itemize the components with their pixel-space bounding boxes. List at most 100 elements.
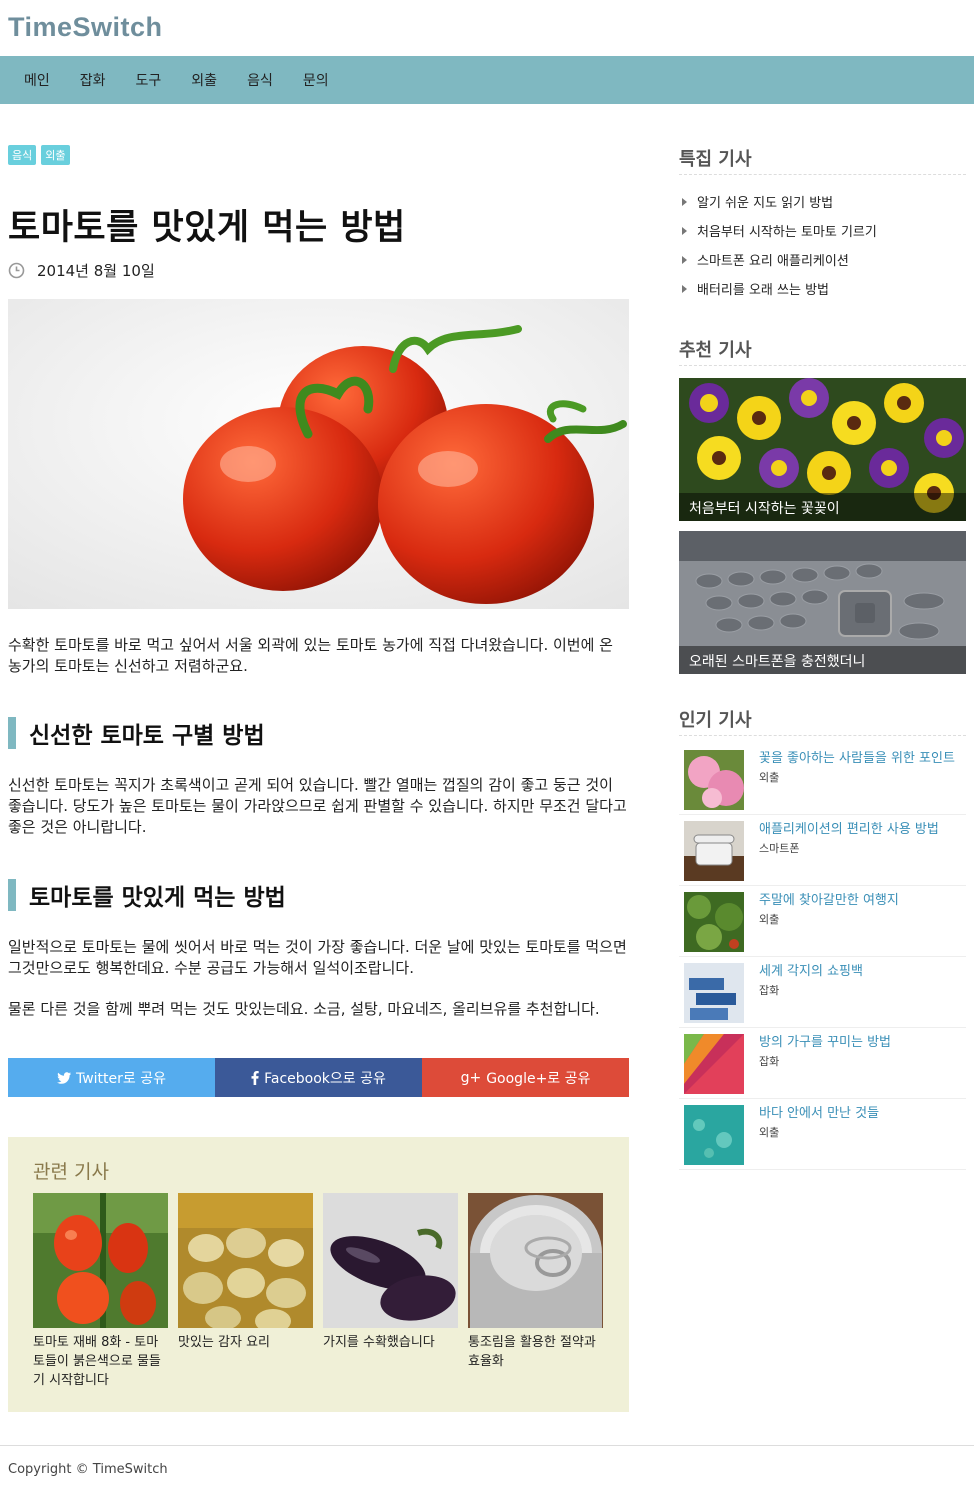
tag-outing[interactable]: 외출 <box>41 145 70 165</box>
featured-item[interactable]: 배터리를 오래 쓰는 방법 <box>679 274 966 303</box>
article-main: 음식 외출 토마토를 맛있게 먹는 방법 2014년 8월 10일 수확한 토마… <box>8 145 629 1412</box>
heading-accent-bar <box>8 717 16 749</box>
nav-item-goods[interactable]: 잡화 <box>80 70 106 90</box>
section-heading-fresh: 신선한 토마토 구별 방법 <box>8 716 629 750</box>
google-plus-icon: g+ <box>460 1069 482 1086</box>
featured-item-label: 배터리를 오래 쓰는 방법 <box>697 283 829 298</box>
popular-category: 외출 <box>759 771 780 784</box>
popular-thumb-furniture <box>684 1034 744 1094</box>
site-footer: Copyright © TimeSwitch <box>0 1445 974 1493</box>
related-grid: 토마토 재배 8화 - 토마토들이 붉은색으로 물들기 시작합니다 맛있는 감자… <box>33 1193 604 1390</box>
popular-category: 스마트폰 <box>759 842 800 855</box>
popular-title[interactable]: 세계 각지의 쇼핑백 <box>759 963 863 981</box>
sidebar: 특집 기사 알기 쉬운 지도 읽기 방법 처음부터 시작하는 토마토 기르기 스… <box>679 145 966 1170</box>
popular-title[interactable]: 바다 안에서 만난 것들 <box>759 1105 879 1123</box>
related-card[interactable]: 가지를 수확했습니다 <box>323 1193 458 1390</box>
featured-item[interactable]: 스마트폰 요리 애플리케이션 <box>679 245 966 274</box>
related-image-can <box>468 1193 603 1328</box>
section2-text-1: 일반적으로 토마토는 물에 씻어서 바로 먹는 것이 가장 좋습니다. 더운 날… <box>8 938 627 977</box>
popular-title[interactable]: 주말에 찾아갈만한 여행지 <box>759 892 899 910</box>
share-twitter-label: Twitter로 공유 <box>75 1070 166 1087</box>
featured-item[interactable]: 알기 쉬운 지도 읽기 방법 <box>679 187 966 216</box>
section2-text-2: 물론 다른 것을 함께 뿌려 먹는 것도 맛있는데요. 소금, 설탕, 마요네즈… <box>8 1000 600 1018</box>
article-date: 2014년 8월 10일 <box>37 262 155 280</box>
section-heading-text: 신선한 토마토 구별 방법 <box>29 723 265 749</box>
featured-list: 알기 쉬운 지도 읽기 방법 처음부터 시작하는 토마토 기르기 스마트폰 요리… <box>679 187 966 303</box>
recommended-caption: 오래된 스마트폰을 충전했더니 <box>679 646 966 674</box>
section-heading-text: 토마토를 맛있게 먹는 방법 <box>29 885 286 911</box>
bullet-triangle-icon <box>682 255 687 264</box>
popular-item[interactable]: 바다 안에서 만난 것들외출 <box>679 1099 966 1170</box>
site-logo[interactable]: TimeSwitch <box>8 12 966 43</box>
section1-text: 신선한 토마토는 꼭지가 초록색이고 곧게 되어 있습니다. 빨간 열매는 껍질… <box>8 776 627 836</box>
clock-icon <box>8 262 25 279</box>
popular-list: 꽃을 좋아하는 사람들을 위한 포인트외출 애플리케이션의 편리한 사용 방법스… <box>679 744 966 1170</box>
article-title: 토마토를 맛있게 먹는 방법 <box>8 208 406 248</box>
related-caption: 가지를 수확했습니다 <box>323 1335 435 1350</box>
popular-heading: 인기 기사 <box>679 706 966 736</box>
nav-item-food[interactable]: 음식 <box>247 70 273 90</box>
popular-thumb-flower <box>684 750 744 810</box>
popular-category: 외출 <box>759 1126 780 1139</box>
nav-item-main[interactable]: 메인 <box>24 70 50 90</box>
bullet-triangle-icon <box>682 226 687 235</box>
popular-thumb-nature <box>684 892 744 952</box>
popular-title[interactable]: 방의 가구를 꾸미는 방법 <box>759 1034 891 1052</box>
related-image-eggplant <box>323 1193 458 1328</box>
share-facebook-label: Facebook으로 공유 <box>264 1070 386 1087</box>
tag-food[interactable]: 음식 <box>8 145 37 165</box>
recommended-caption: 처음부터 시작하는 꽃꽂이 <box>679 493 966 521</box>
featured-heading: 특집 기사 <box>679 145 966 175</box>
site-header: TimeSwitch <box>0 0 974 56</box>
share-google-button[interactable]: g+ Google+로 공유 <box>422 1058 629 1097</box>
hero-image-tomatoes <box>8 299 629 609</box>
popular-title[interactable]: 애플리케이션의 편리한 사용 방법 <box>759 821 939 839</box>
popular-thumb-telephone <box>684 821 744 881</box>
related-image-tomato-vine <box>33 1193 168 1328</box>
recommended-heading: 추천 기사 <box>679 336 966 366</box>
featured-item-label: 스마트폰 요리 애플리케이션 <box>697 254 849 269</box>
popular-category: 잡화 <box>759 984 780 997</box>
popular-title[interactable]: 꽃을 좋아하는 사람들을 위한 포인트 <box>759 750 955 768</box>
date-row: 2014년 8월 10일 <box>8 260 629 281</box>
share-google-label: Google+로 공유 <box>486 1070 591 1087</box>
related-image-potatoes <box>178 1193 313 1328</box>
popular-thumb-sea <box>684 1105 744 1165</box>
twitter-icon <box>56 1071 71 1084</box>
featured-item[interactable]: 처음부터 시작하는 토마토 기르기 <box>679 216 966 245</box>
popular-item[interactable]: 주말에 찾아갈만한 여행지외출 <box>679 886 966 957</box>
popular-item[interactable]: 방의 가구를 꾸미는 방법잡화 <box>679 1028 966 1099</box>
popular-item[interactable]: 세계 각지의 쇼핑백잡화 <box>679 957 966 1028</box>
copyright-text: Copyright © TimeSwitch <box>8 1462 168 1477</box>
section-heading-tasty: 토마토를 맛있게 먹는 방법 <box>8 878 629 912</box>
popular-thumb-bags <box>684 963 744 1023</box>
article-intro: 수확한 토마토를 바로 먹고 싶어서 서울 외곽에 있는 토마토 농가에 직접 … <box>8 636 613 675</box>
facebook-icon <box>251 1070 259 1085</box>
recommended-card-phone[interactable]: 오래된 스마트폰을 충전했더니 <box>679 531 966 674</box>
bullet-triangle-icon <box>682 284 687 293</box>
share-twitter-button[interactable]: Twitter로 공유 <box>8 1058 215 1097</box>
related-caption: 토마토 재배 8화 - 토마토들이 붉은색으로 물들기 시작합니다 <box>33 1335 161 1388</box>
featured-item-label: 처음부터 시작하는 토마토 기르기 <box>697 225 877 240</box>
featured-item-label: 알기 쉬운 지도 읽기 방법 <box>697 196 834 211</box>
related-caption: 맛있는 감자 요리 <box>178 1335 270 1350</box>
related-card[interactable]: 맛있는 감자 요리 <box>178 1193 313 1390</box>
share-facebook-button[interactable]: Facebook으로 공유 <box>215 1058 422 1097</box>
popular-category: 외출 <box>759 913 780 926</box>
related-card[interactable]: 통조림을 활용한 절약과 효율화 <box>468 1193 603 1390</box>
related-caption: 통조림을 활용한 절약과 효율화 <box>468 1335 596 1369</box>
heading-accent-bar <box>8 879 16 911</box>
popular-category: 잡화 <box>759 1055 780 1068</box>
related-articles: 관련 기사 토마토 재배 8화 - 토마토들이 붉은색으로 물들기 시작합니다 … <box>8 1137 629 1412</box>
popular-item[interactable]: 꽃을 좋아하는 사람들을 위한 포인트외출 <box>679 744 966 815</box>
main-nav: 메인 잡화 도구 외출 음식 문의 <box>0 56 974 104</box>
tag-list: 음식 외출 <box>8 145 629 165</box>
nav-item-contact[interactable]: 문의 <box>303 70 329 90</box>
nav-item-outing[interactable]: 외출 <box>191 70 217 90</box>
related-card[interactable]: 토마토 재배 8화 - 토마토들이 붉은색으로 물들기 시작합니다 <box>33 1193 168 1390</box>
nav-item-tools[interactable]: 도구 <box>136 70 162 90</box>
related-title: 관련 기사 <box>33 1161 109 1183</box>
recommended-card-flowers[interactable]: 처음부터 시작하는 꽃꽂이 <box>679 378 966 521</box>
share-bar: Twitter로 공유 Facebook으로 공유 g+ Google+로 공유 <box>8 1058 629 1097</box>
popular-item[interactable]: 애플리케이션의 편리한 사용 방법스마트폰 <box>679 815 966 886</box>
